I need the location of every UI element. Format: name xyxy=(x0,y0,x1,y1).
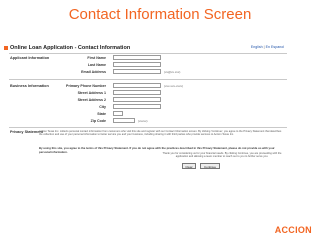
last-name-input[interactable] xyxy=(113,62,161,67)
state-label: State xyxy=(97,112,106,116)
loan-application-form: Online Loan Application - Contact Inform… xyxy=(9,39,287,222)
clear-button[interactable]: Clear xyxy=(182,163,196,169)
spanish-link[interactable]: En Espanol xyxy=(266,45,284,49)
street1-input[interactable] xyxy=(113,90,161,95)
phone-label: Primary Phone Number xyxy=(66,84,106,88)
city-input[interactable] xyxy=(113,104,161,109)
email-label: Email Address xyxy=(81,70,106,74)
zip-label: Zip Code xyxy=(90,119,106,123)
slide-title: Contact Information Screen xyxy=(68,6,252,23)
application-title: Online Loan Application - Contact Inform… xyxy=(10,45,131,51)
business-section-label: Business Information xyxy=(10,84,49,88)
continue-button[interactable]: Continue xyxy=(200,163,220,169)
phone-input[interactable] xyxy=(113,83,161,88)
email-hint: (xx@xx.xxx) xyxy=(164,70,181,74)
street2-label: Street Address 2 xyxy=(77,98,106,102)
email-input[interactable] xyxy=(113,69,161,74)
header-divider xyxy=(9,53,287,54)
phone-hint: (xxx-xxx-xxxx) xyxy=(164,84,183,88)
city-label: City xyxy=(99,105,106,109)
last-name-label: Last Name xyxy=(87,63,106,67)
privacy-section-label: Privacy Statement xyxy=(10,130,43,134)
consent-text: Thank you for considering us for your fi… xyxy=(162,152,282,159)
street2-input[interactable] xyxy=(113,97,161,102)
business-divider xyxy=(9,127,287,128)
privacy-body: Accion Texas Inc. collects personal cont… xyxy=(39,130,282,137)
applicant-divider xyxy=(9,79,287,80)
accion-logo: ACCION xyxy=(274,225,312,235)
street1-label: Street Address 1 xyxy=(77,91,106,95)
zip-input[interactable] xyxy=(113,118,135,123)
english-link[interactable]: English xyxy=(251,45,263,49)
first-name-label: First Name xyxy=(87,56,106,60)
bullet-marker xyxy=(4,46,8,50)
applicant-section-label: Applicant Information xyxy=(10,56,50,60)
language-links: English | En Espanol xyxy=(251,45,284,49)
first-name-input[interactable] xyxy=(113,55,161,60)
state-select[interactable] xyxy=(113,111,123,116)
zip-hint: (xxxxx) xyxy=(138,119,148,123)
